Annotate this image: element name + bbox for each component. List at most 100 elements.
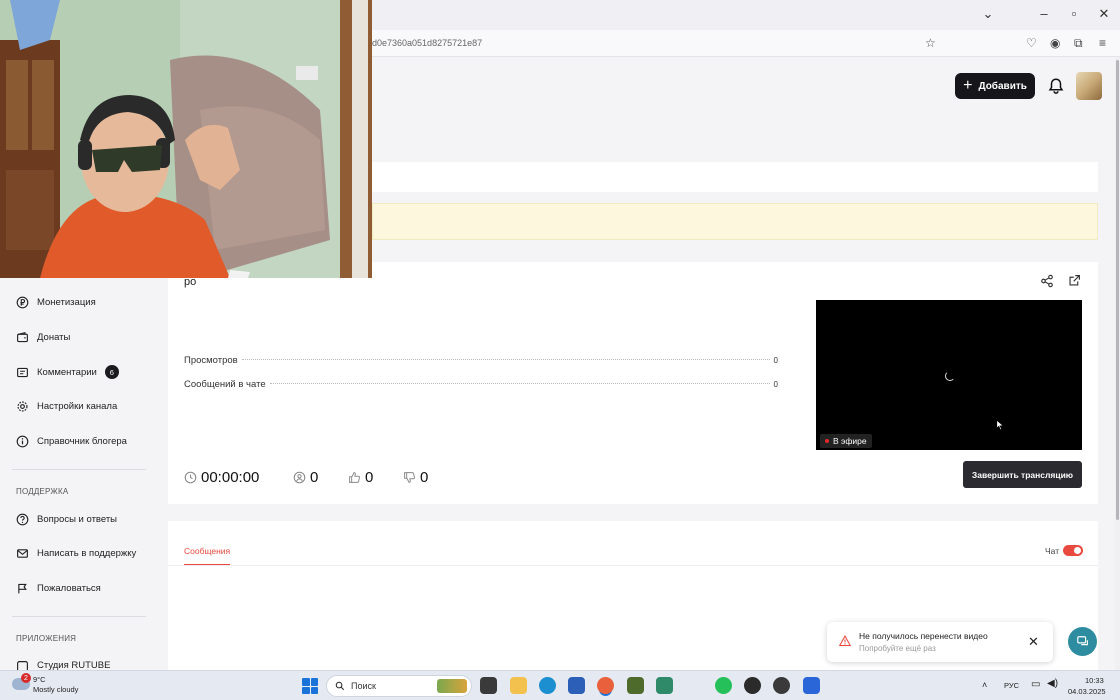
sidebar-item-report[interactable]: Пожаловаться <box>16 582 101 595</box>
search-icon <box>335 681 345 691</box>
comment-icon <box>17 367 28 377</box>
app-icon[interactable] <box>773 677 790 694</box>
comments-count-badge: 6 <box>104 365 119 379</box>
sidebar-item-label: Пожаловаться <box>37 583 101 594</box>
bell-icon[interactable] <box>1047 77 1065 95</box>
chat-toggle[interactable] <box>1063 545 1083 556</box>
thumbs-down-icon <box>404 472 415 483</box>
folder-icon[interactable] <box>510 677 527 694</box>
error-toast: Не получилось перенести видео Попробуйте… <box>827 622 1053 662</box>
sidebar-item-comments[interactable]: Комментарии 6 <box>16 365 119 379</box>
viewers-value: 0 <box>310 469 319 486</box>
sidebar-divider <box>12 616 146 617</box>
external-link-icon[interactable] <box>1068 274 1081 287</box>
dislikes-counter: 0 <box>403 469 428 486</box>
scrollbar-thumb[interactable] <box>1116 60 1119 520</box>
sidebar-section-support: ПОДДЕРЖКА <box>16 487 69 496</box>
sidebar-item-studio[interactable]: Студия RUTUBE <box>16 660 110 670</box>
sidebar-item-label: Вопросы и ответы <box>37 514 118 525</box>
clock-time[interactable]: 10:33 <box>1085 676 1104 685</box>
firefox-icon[interactable] <box>597 677 614 694</box>
sidebar-item-label: Студия RUTUBE <box>37 660 111 670</box>
network-icon[interactable]: ▭ <box>1031 679 1040 690</box>
stat-label: Просмотров <box>184 355 238 366</box>
sidebar-item-label: Настройки канала <box>37 401 118 412</box>
wallet-icon <box>17 331 28 343</box>
end-stream-button[interactable]: Завершить трансляцию <box>963 461 1082 488</box>
viewers-icon <box>293 471 306 484</box>
sidebar-item-label: Монетизация <box>37 297 96 308</box>
sidebar-item-monetization[interactable]: Монетизация <box>16 296 96 309</box>
stream-timer: 00:00:00 <box>184 469 259 486</box>
bookmark-star-icon[interactable]: ☆ <box>925 36 936 50</box>
extensions-icon[interactable]: ⧉ <box>1074 36 1083 51</box>
windows-start-icon[interactable] <box>302 678 318 694</box>
taskbar-search[interactable]: Поиск <box>326 675 472 697</box>
thumbs-up-icon <box>349 472 360 483</box>
sidebar-item-channel-settings[interactable]: Настройки канала <box>16 400 117 413</box>
chat-bubble-icon <box>1076 635 1088 645</box>
add-button[interactable]: + Добавить <box>955 73 1035 99</box>
help-chat-button[interactable] <box>1068 627 1097 656</box>
info-icon <box>16 435 29 448</box>
search-highlight-icon <box>437 679 467 693</box>
weather-temperature: 9°C <box>33 675 46 684</box>
timer-value: 00:00:00 <box>201 469 260 486</box>
mouse-cursor-icon <box>996 419 1004 431</box>
steam-like-icon[interactable] <box>744 677 761 694</box>
video-player[interactable]: В эфире <box>816 300 1082 450</box>
sidebar-item-donations[interactable]: Донаты <box>16 331 70 344</box>
sidebar-item-write-support[interactable]: Написать в поддержку <box>16 547 136 560</box>
close-icon[interactable]: ✕ <box>1028 634 1039 650</box>
close-window-icon[interactable]: ✕ <box>1094 6 1114 22</box>
app-icon[interactable] <box>803 677 820 694</box>
sidebar-item-blogger-guide[interactable]: Справочник блогера <box>16 435 127 448</box>
pocket-icon[interactable]: ♡ <box>1026 36 1037 50</box>
sidebar-section-apps: ПРИЛОЖЕНИЯ <box>16 634 77 643</box>
tab-messages[interactable]: Сообщения <box>184 546 231 565</box>
avatar[interactable] <box>1076 72 1102 100</box>
taskbar: 2 9°C Mostly cloudy Поиск ˄ РУС ▭ ◀) 10:… <box>0 670 1120 700</box>
live-label: В эфире <box>833 436 867 446</box>
sidebar-item-faq[interactable]: Вопросы и ответы <box>16 513 117 526</box>
game-launcher-icon[interactable] <box>627 677 644 694</box>
webcam-picture <box>0 0 372 278</box>
store-icon[interactable] <box>568 677 585 694</box>
sidebar-item-label: Комментарии <box>37 366 97 378</box>
webcam-overlay[interactable] <box>0 0 372 278</box>
warning-icon <box>839 635 851 647</box>
likes-value: 0 <box>365 469 374 486</box>
weather-widget[interactable]: 9°C Mostly cloudy <box>33 675 78 695</box>
file-app-icon[interactable] <box>480 677 497 694</box>
gear-icon <box>17 401 28 412</box>
tab-list-chevron-icon[interactable]: ⌄ <box>978 6 998 22</box>
plus-icon: + <box>963 77 973 94</box>
maximize-icon[interactable]: ▫ <box>1064 6 1084 21</box>
minimize-icon[interactable]: – <box>1034 6 1054 21</box>
sidebar-divider <box>12 469 146 470</box>
app-icon[interactable] <box>656 677 673 694</box>
address-bar-url[interactable]: d0e7360a051d8275721e87 <box>372 38 482 48</box>
toast-title: Не получилось перенести видео <box>859 631 988 641</box>
edge-browser-icon[interactable] <box>539 677 556 694</box>
ruble-icon <box>16 296 29 309</box>
warning-banner <box>372 203 1098 240</box>
mail-icon <box>17 549 28 558</box>
loading-spinner-icon <box>945 371 955 381</box>
whatsapp-icon[interactable] <box>715 677 732 694</box>
account-icon[interactable]: ◉ <box>1050 36 1060 50</box>
stream-panel: ро Просмотров 0 Сообщений в чате 0 В эфи… <box>168 262 1098 504</box>
input-language[interactable]: РУС <box>1004 681 1019 690</box>
chat-toggle-label: Чат <box>1045 546 1060 556</box>
tray-up-arrow-icon[interactable]: ˄ <box>982 680 987 690</box>
weather-badge: 2 <box>21 673 31 683</box>
sidebar-item-label: Донаты <box>37 332 71 343</box>
share-icon[interactable] <box>1040 274 1054 288</box>
clock-icon <box>184 471 197 484</box>
menu-icon[interactable]: ≡ <box>1099 36 1106 50</box>
dislikes-value: 0 <box>420 469 429 486</box>
studio-icon <box>17 661 28 670</box>
clock-date[interactable]: 04.03.2025 <box>1068 687 1106 696</box>
volume-icon[interactable]: ◀) <box>1047 678 1058 689</box>
sidebar-item-label: Справочник блогера <box>37 436 127 447</box>
